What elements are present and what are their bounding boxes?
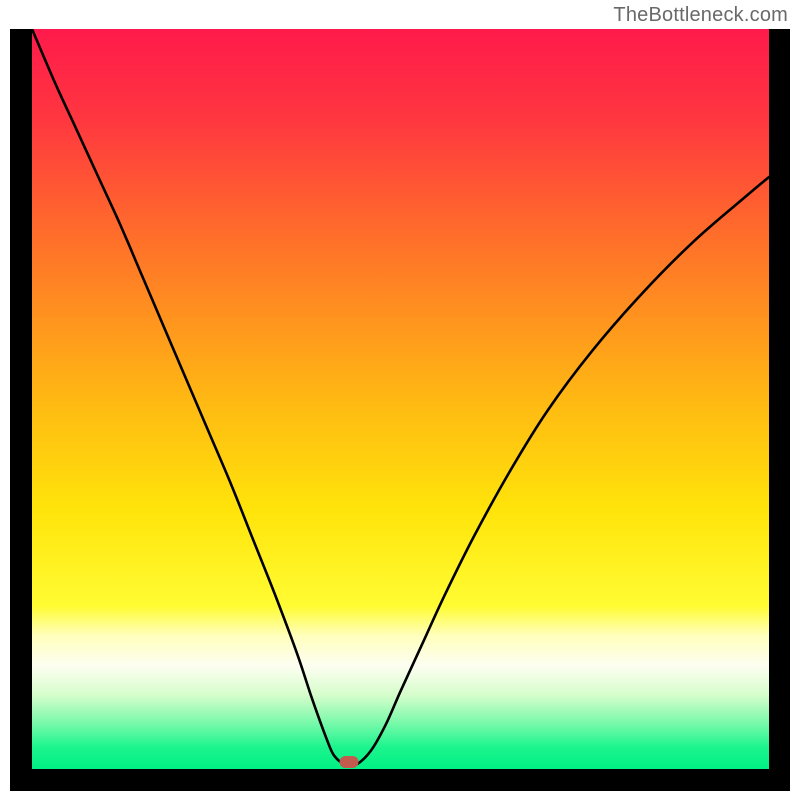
chart-container: TheBottleneck.com xyxy=(0,0,800,800)
chart-frame xyxy=(10,29,790,791)
axis-bottom-border xyxy=(10,769,790,791)
watermark-text: TheBottleneck.com xyxy=(613,4,788,27)
plot-area xyxy=(32,29,769,769)
bottleneck-curve xyxy=(32,29,769,769)
optimum-marker xyxy=(339,756,358,768)
